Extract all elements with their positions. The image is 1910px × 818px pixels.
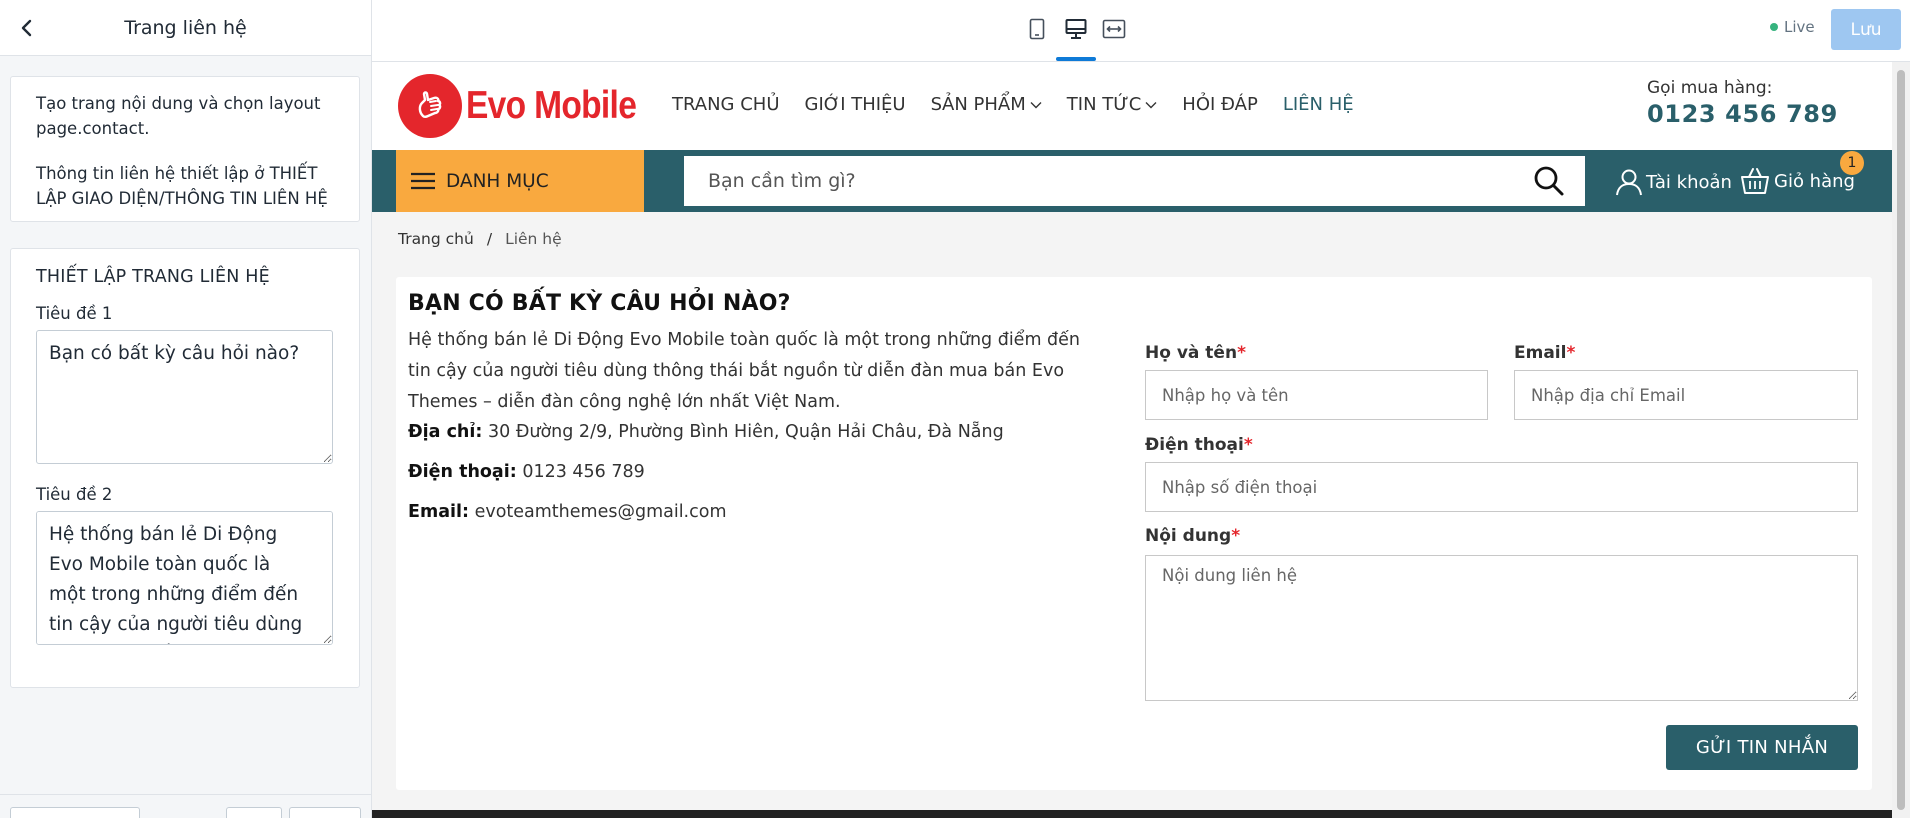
hotline: Gọi mua hàng: 0123 456 789 [1647, 78, 1838, 128]
settings-card: THIẾT LẬP TRANG LIÊN HỆ Tiêu đề 1 Bạn có… [10, 248, 360, 688]
site-logo[interactable]: Evo Mobile [398, 74, 664, 138]
send-message-button[interactable]: GỬI TIN NHẮN [1666, 725, 1858, 770]
editor-toolbar: Live Lưu [372, 0, 1910, 62]
editor-title: Trang liên hệ [124, 16, 247, 39]
preview-scrollbar[interactable] [1892, 62, 1910, 818]
site-search-input[interactable] [684, 156, 1504, 206]
live-status: Live [1770, 18, 1815, 36]
nav-item-faq[interactable]: HỎI ĐÁP [1182, 94, 1258, 115]
footer-icon-button[interactable] [226, 807, 282, 818]
title2-label: Tiêu đề 2 [36, 485, 113, 504]
nav-item-products[interactable]: SẢN PHẨM [931, 94, 1042, 115]
content-textarea[interactable] [1145, 555, 1858, 701]
nav-item-contact[interactable]: LIÊN HỆ [1283, 94, 1354, 115]
search-icon[interactable] [1533, 165, 1565, 201]
live-dot-icon [1770, 23, 1778, 31]
name-field-label: Họ và tên* [1145, 343, 1246, 363]
save-button[interactable]: Lưu [1831, 9, 1901, 50]
logo-hand-icon [398, 74, 462, 138]
name-input[interactable] [1145, 370, 1488, 420]
content-field-label: Nội dung* [1145, 526, 1241, 546]
user-icon [1616, 169, 1642, 196]
category-label: DANH MỤC [446, 170, 549, 192]
live-label: Live [1784, 18, 1815, 36]
breadcrumb: Trang chủ / Liên hệ [398, 230, 562, 248]
site-header: Evo Mobile TRANG CHỦ GIỚI THIỆU SẢN PHẨM… [372, 62, 1892, 150]
main-nav: TRANG CHỦ GIỚI THIỆU SẢN PHẨM TIN TỨC HỎ… [672, 94, 1379, 115]
footer-action-button[interactable] [289, 807, 361, 818]
email-label: Email: [408, 502, 469, 522]
phone-field-label: Điện thoại* [1145, 435, 1253, 455]
breadcrumb-home[interactable]: Trang chủ [398, 230, 474, 248]
account-link[interactable]: Tài khoản [1614, 167, 1732, 197]
phone-input[interactable] [1145, 462, 1858, 512]
contact-email: Email: evoteamthemes@gmail.com [408, 502, 727, 522]
breadcrumb-current: Liên hệ [505, 230, 562, 248]
hotline-label: Gọi mua hàng: [1647, 78, 1773, 98]
contact-phone: Điện thoại: 0123 456 789 [408, 462, 645, 482]
cart-label: Giỏ hàng [1774, 170, 1855, 192]
settings-heading: THIẾT LẬP TRANG LIÊN HỆ [36, 267, 270, 287]
back-chevron-icon[interactable] [14, 15, 40, 41]
footer-secondary-button[interactable] [10, 807, 140, 818]
category-button[interactable]: DANH MỤC [396, 150, 644, 212]
breadcrumb-separator: / [486, 230, 493, 248]
email-value[interactable]: evoteamthemes@gmail.com [475, 502, 727, 522]
email-field-label: Email* [1514, 343, 1576, 363]
fullwidth-icon[interactable] [1099, 16, 1129, 42]
preview-scroll-thumb[interactable] [1897, 70, 1905, 810]
site-footer [372, 810, 1892, 818]
contact-address: Địa chỉ: 30 Đường 2/9, Phường Bình Hiên,… [408, 422, 1004, 442]
info-card: Tạo trang nội dung và chọn layout page.c… [10, 76, 360, 222]
mobile-icon[interactable] [1022, 16, 1052, 42]
active-device-indicator [1056, 57, 1096, 61]
nav-item-home[interactable]: TRANG CHỦ [672, 94, 780, 115]
title1-label: Tiêu đề 1 [36, 304, 113, 323]
address-value: 30 Đường 2/9, Phường Bình Hiên, Quận Hải… [487, 422, 1004, 442]
phone-value[interactable]: 0123 456 789 [522, 462, 644, 482]
chevron-down-icon [1145, 101, 1157, 108]
chevron-down-icon [1030, 101, 1042, 108]
nav-item-about[interactable]: GIỚI THIỆU [805, 94, 906, 115]
contact-heading: BẠN CÓ BẤT KỲ CÂU HỎI NÀO? [408, 291, 791, 316]
title2-textarea[interactable]: Hệ thống bán lẻ Di Động Evo Mobile toàn … [36, 511, 333, 645]
site-search-bar: DANH MỤC Tài khoản Giỏ hàng 1 [372, 150, 1892, 212]
basket-icon [1741, 168, 1769, 194]
contact-card: BẠN CÓ BẤT KỲ CÂU HỎI NÀO? Hệ thống bán … [396, 277, 1872, 790]
contact-description: Hệ thống bán lẻ Di Động Evo Mobile toàn … [408, 330, 1081, 412]
hotline-number[interactable]: 0123 456 789 [1647, 100, 1838, 128]
desktop-icon[interactable] [1061, 16, 1091, 42]
cart-link[interactable]: Giỏ hàng 1 [1740, 151, 1864, 195]
editor-header: Trang liên hệ [0, 0, 371, 56]
editor-footer [0, 794, 372, 818]
cart-count-badge: 1 [1840, 151, 1864, 175]
title1-textarea[interactable]: Bạn có bất kỳ câu hỏi nào? [36, 330, 333, 464]
logo-text: Evo Mobile [466, 84, 637, 127]
account-label: Tài khoản [1646, 171, 1732, 193]
phone-label: Điện thoại: [408, 462, 517, 482]
site-search-box [684, 156, 1585, 206]
address-label: Địa chỉ: [408, 422, 483, 442]
info-text-1: Tạo trang nội dung và chọn layout page.c… [36, 94, 321, 138]
nav-item-news[interactable]: TIN TỨC [1067, 94, 1158, 115]
hamburger-icon [411, 172, 435, 190]
email-input[interactable] [1514, 370, 1858, 420]
site-preview: Evo Mobile TRANG CHỦ GIỚI THIỆU SẢN PHẨM… [372, 62, 1910, 818]
editor-panel: Trang liên hệ Tạo trang nội dung và chọn… [0, 0, 372, 818]
info-text-2: Thông tin liên hệ thiết lập ở THIẾT LẬP … [36, 164, 328, 208]
